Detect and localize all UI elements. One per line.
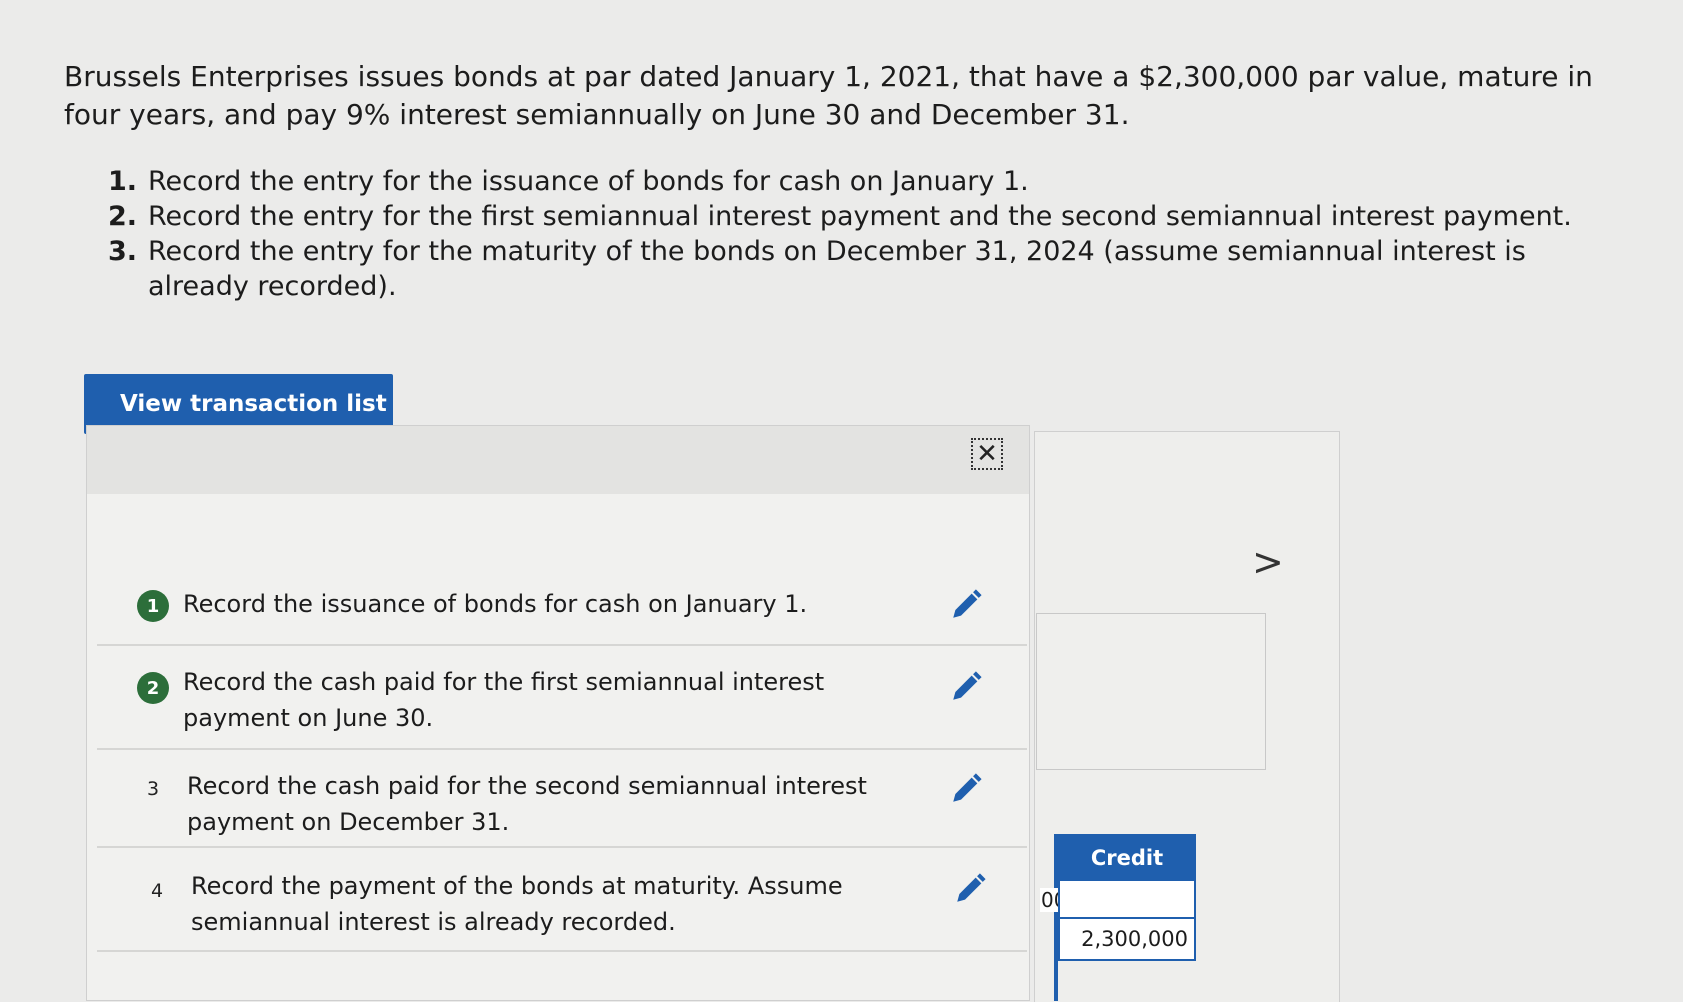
problem-step: 3. Record the entry for the maturity of … [108, 234, 1604, 304]
journal-panel-inner [1036, 613, 1266, 770]
transaction-text: Record the payment of the bonds at matur… [191, 872, 843, 936]
completed-badge: 2 [137, 672, 169, 704]
transaction-item[interactable]: 3 Record the cash paid for the second se… [97, 750, 1027, 848]
problem-intro: Brussels Enterprises issues bonds at par… [64, 60, 1593, 131]
transaction-item[interactable]: 1 Record the issuance of bonds for cash … [97, 556, 1027, 646]
transaction-item[interactable]: 2 Record the cash paid for the first sem… [97, 646, 1027, 750]
pencil-icon[interactable] [953, 872, 987, 906]
credit-column-divider [1040, 834, 1058, 1001]
transaction-text: Record the cash paid for the first semia… [183, 668, 825, 732]
chevron-right-icon[interactable]: > [1252, 540, 1284, 584]
transaction-text: Record the issuance of bonds for cash on… [183, 590, 808, 618]
transaction-number: 3 [147, 778, 160, 800]
pencil-icon[interactable] [949, 670, 983, 704]
problem-step: 1. Record the entry for the issuance of … [108, 164, 1604, 199]
step-number: 2. [108, 201, 138, 232]
step-number: 1. [108, 166, 138, 197]
problem-statement: Brussels Enterprises issues bonds at par… [64, 58, 1604, 304]
completed-badge: 1 [137, 590, 169, 622]
credit-header: Credit [1058, 834, 1196, 881]
step-text: Record the entry for the maturity of the… [148, 236, 1526, 302]
step-text: Record the entry for the first semiannua… [148, 201, 1572, 232]
transaction-list-popup: ✕ 1 Record the issuance of bonds for cas… [86, 425, 1030, 1001]
step-text: Record the entry for the issuance of bon… [148, 166, 1029, 197]
pencil-icon[interactable] [949, 772, 983, 806]
transaction-number: 4 [151, 880, 164, 902]
problem-steps: 1. Record the entry for the issuance of … [64, 164, 1604, 304]
close-icon[interactable]: ✕ [971, 438, 1003, 470]
transaction-text: Record the cash paid for the second semi… [187, 772, 867, 836]
credit-cell-empty[interactable] [1058, 881, 1196, 919]
transaction-item[interactable]: 4 Record the payment of the bonds at mat… [97, 848, 1027, 952]
popup-header [87, 426, 1029, 494]
credit-cell-value[interactable]: 2,300,000 [1058, 919, 1196, 961]
credit-column: 00 Credit 2,300,000 [1040, 834, 1196, 1001]
pencil-icon[interactable] [949, 588, 983, 622]
step-number: 3. [108, 236, 138, 267]
problem-step: 2. Record the entry for the first semian… [108, 199, 1604, 234]
